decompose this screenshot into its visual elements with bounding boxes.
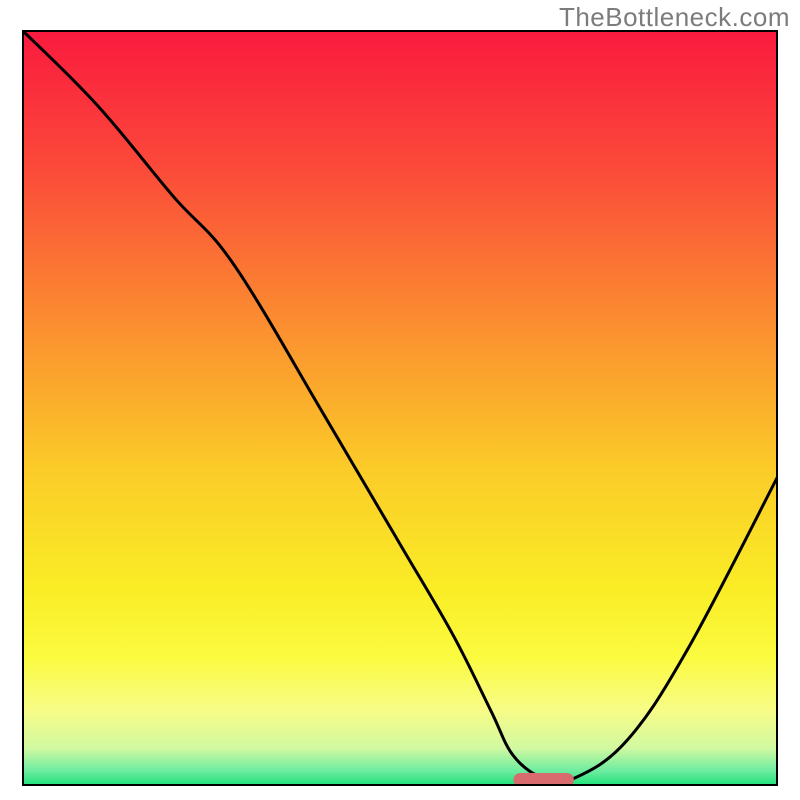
watermark-text: TheBottleneck.com	[559, 2, 790, 33]
chart-container: TheBottleneck.com	[0, 0, 800, 800]
gradient-background	[22, 30, 778, 786]
chart-svg	[22, 30, 778, 786]
plot-area	[22, 30, 778, 786]
